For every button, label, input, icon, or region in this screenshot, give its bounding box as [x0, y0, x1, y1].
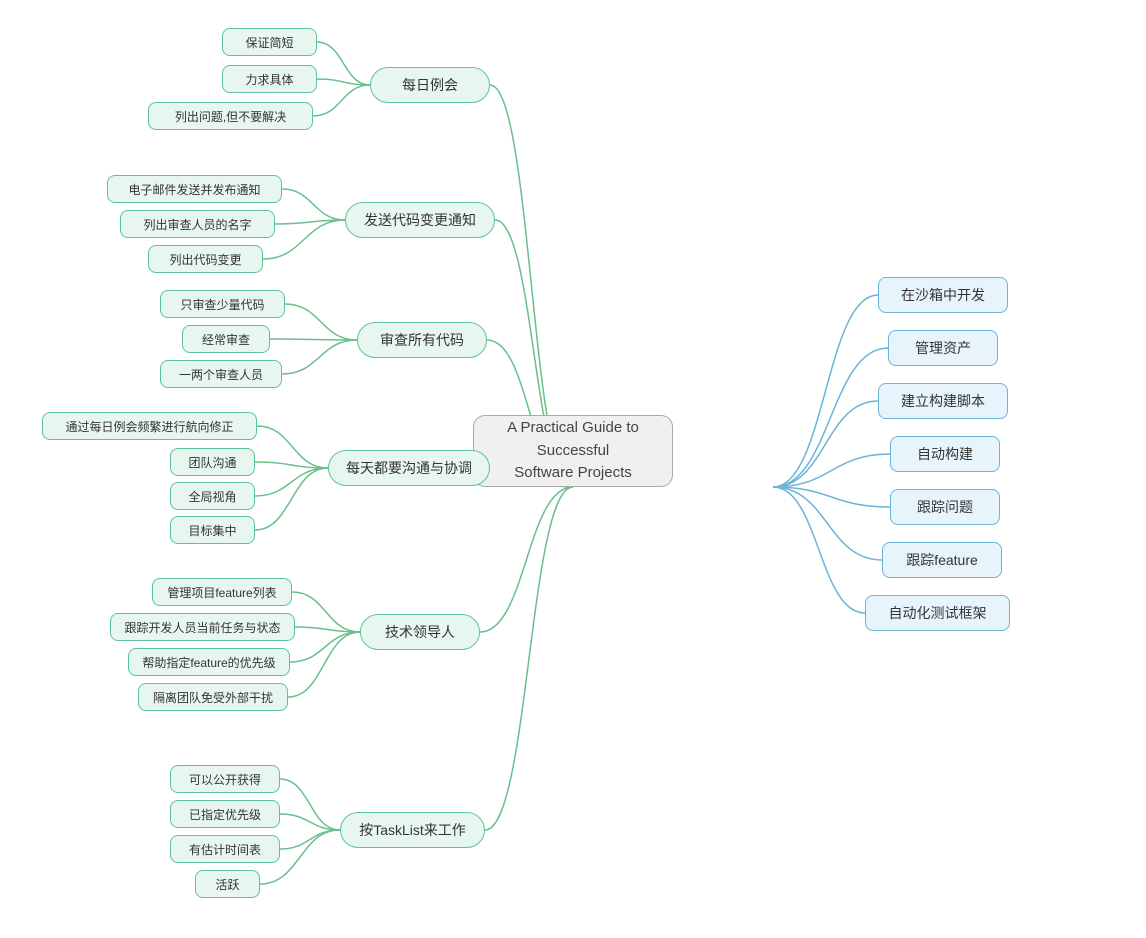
leaf-code-change: 列出代码变更 [148, 245, 263, 273]
leaf-one-two-reviewer: 一两个审查人员 [160, 360, 282, 388]
label: 每天都要沟通与协调 [346, 458, 472, 478]
leaf-goal-focus: 目标集中 [170, 516, 255, 544]
mid-build-script: 建立构建脚本 [878, 383, 1008, 419]
leaf-isolate: 隔离团队免受外部干扰 [138, 683, 288, 711]
leaf-jianduan: 保证简短 [222, 28, 317, 56]
mid-tasklist: 按TaskList来工作 [340, 812, 485, 848]
label: 发送代码变更通知 [364, 210, 476, 230]
label: 帮助指定feature的优先级 [142, 654, 275, 671]
mid-asset: 管理资产 [888, 330, 998, 366]
label: 通过每日例会频繁进行航向修正 [65, 418, 233, 435]
label: 活跃 [215, 876, 239, 893]
label: 经常审查 [202, 331, 250, 348]
leaf-team-comm: 团队沟通 [170, 448, 255, 476]
mid-track-feature: 跟踪feature [882, 542, 1002, 578]
leaf-prioritized: 已指定优先级 [170, 800, 280, 828]
mid-daily: 每日例会 [370, 67, 490, 103]
mid-lead: 技术领导人 [360, 614, 480, 650]
label: 团队沟通 [188, 454, 236, 471]
mid-notify: 发送代码变更通知 [345, 202, 495, 238]
label: 跟踪问题 [917, 497, 973, 517]
leaf-global-view: 全局视角 [170, 482, 255, 510]
label: 按TaskList来工作 [359, 820, 466, 840]
label: 审查所有代码 [380, 330, 464, 350]
leaf-public: 可以公开获得 [170, 765, 280, 793]
label: 列出代码变更 [169, 251, 241, 268]
mid-comm: 每天都要沟通与协调 [328, 450, 490, 486]
label: 自动化测试框架 [889, 603, 987, 623]
label: 目标集中 [188, 522, 236, 539]
leaf-small-review: 只审查少量代码 [160, 290, 285, 318]
label: 管理资产 [915, 338, 971, 358]
label: 列出问题,但不要解决 [175, 108, 286, 125]
label: 跟踪feature [906, 550, 978, 570]
label: 一两个审查人员 [179, 366, 263, 383]
leaf-schedule: 有估计时间表 [170, 835, 280, 863]
label: 可以公开获得 [189, 771, 261, 788]
label: 自动构建 [917, 444, 973, 464]
label: 在沙箱中开发 [901, 285, 985, 305]
label: 力求具体 [245, 71, 293, 88]
mid-review: 审查所有代码 [357, 322, 487, 358]
label: 每日例会 [402, 75, 458, 95]
label: 保证简短 [245, 34, 293, 51]
label: 只审查少量代码 [180, 296, 264, 313]
center-label: A Practical Guide to Successful Software… [490, 417, 656, 485]
mid-auto-build: 自动构建 [890, 436, 1000, 472]
label: 跟踪开发人员当前任务与状态 [124, 619, 280, 636]
label: 有估计时间表 [189, 841, 261, 858]
mid-sandbox: 在沙箱中开发 [878, 277, 1008, 313]
leaf-often-review: 经常审查 [182, 325, 270, 353]
mid-test-framework: 自动化测试框架 [865, 595, 1010, 631]
leaf-reviewer-name: 列出审查人员的名字 [120, 210, 275, 238]
leaf-feature-list: 管理项目feature列表 [152, 578, 292, 606]
leaf-email: 电子邮件发送并发布通知 [107, 175, 282, 203]
label: 技术领导人 [385, 622, 455, 642]
leaf-priority-feature: 帮助指定feature的优先级 [128, 648, 290, 676]
label: 电子邮件发送并发布通知 [128, 181, 260, 198]
label: 列出审查人员的名字 [143, 216, 251, 233]
label: 全局视角 [188, 488, 236, 505]
label: 隔离团队免受外部干扰 [153, 689, 273, 706]
leaf-active: 活跃 [195, 870, 260, 898]
label: 建立构建脚本 [901, 391, 985, 411]
leaf-frequent-correction: 通过每日例会频繁进行航向修正 [42, 412, 257, 440]
leaf-wenti: 列出问题,但不要解决 [148, 102, 313, 130]
center-node: A Practical Guide to Successful Software… [473, 415, 673, 487]
mid-track-issue: 跟踪问题 [890, 489, 1000, 525]
leaf-track-dev: 跟踪开发人员当前任务与状态 [110, 613, 295, 641]
label: 管理项目feature列表 [167, 584, 276, 601]
label: 已指定优先级 [189, 806, 261, 823]
leaf-juti: 力求具体 [222, 65, 317, 93]
